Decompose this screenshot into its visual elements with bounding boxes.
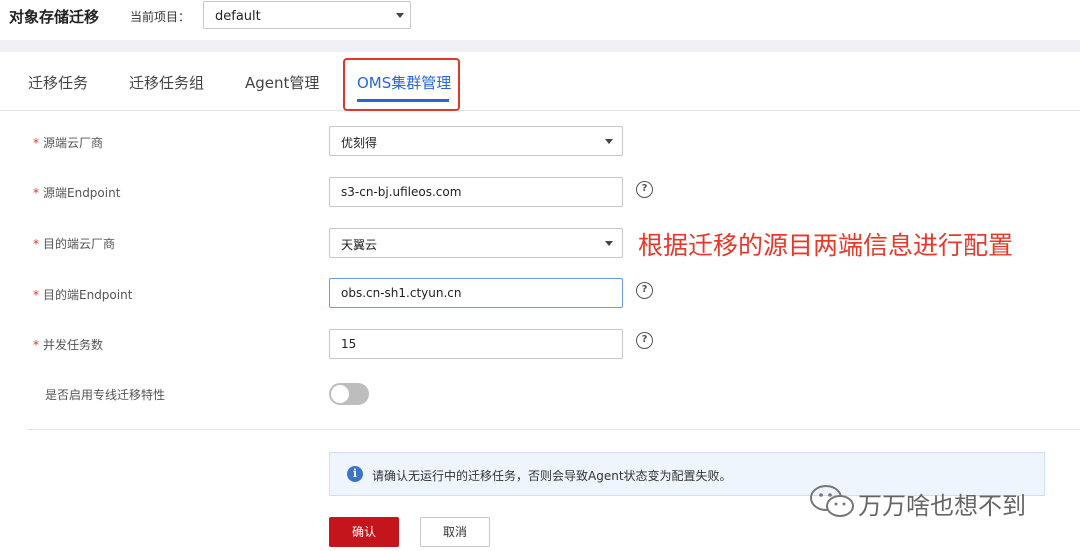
help-icon[interactable]: ? xyxy=(636,282,653,299)
required-mark: * xyxy=(33,186,39,200)
source-endpoint-input[interactable]: s3-cn-bj.ufileos.com xyxy=(329,177,623,207)
annotation-highlight-box xyxy=(343,58,460,111)
section-divider xyxy=(27,429,1080,430)
concurrency-label: * 并发任务数 xyxy=(33,336,103,353)
chevron-down-icon xyxy=(605,241,613,246)
required-mark: * xyxy=(33,338,39,352)
watermark-text: 万万啥也想不到 xyxy=(858,492,1026,520)
dedicated-line-toggle[interactable] xyxy=(329,383,369,405)
source-vendor-value: 优刻得 xyxy=(341,136,378,150)
watermark: 万万啥也想不到 xyxy=(808,478,1048,522)
required-mark: * xyxy=(33,136,39,150)
dest-vendor-value: 天翼云 xyxy=(341,238,378,252)
info-icon: i xyxy=(347,466,363,482)
source-endpoint-label-text: 源端Endpoint xyxy=(43,186,121,200)
help-icon[interactable]: ? xyxy=(636,332,653,349)
annotation-text: 根据迁移的源目两端信息进行配置 xyxy=(638,231,1014,260)
source-vendor-label: * 源端云厂商 xyxy=(33,134,103,151)
chevron-down-icon xyxy=(396,13,404,18)
tab-bar: 迁移任务 迁移任务组 Agent管理 OMS集群管理 xyxy=(0,52,1080,111)
dest-vendor-label: * 目的端云厂商 xyxy=(33,235,115,252)
source-endpoint-value: s3-cn-bj.ufileos.com xyxy=(341,185,462,199)
toggle-knob xyxy=(331,385,349,403)
source-endpoint-label: * 源端Endpoint xyxy=(33,184,120,201)
dest-endpoint-value: obs.cn-sh1.ctyun.cn xyxy=(341,286,462,300)
required-mark: * xyxy=(33,237,39,251)
help-icon[interactable]: ? xyxy=(636,181,653,198)
dedicated-line-label: 是否启用专线迁移特性 xyxy=(45,388,166,402)
concurrency-value: 15 xyxy=(341,337,357,351)
dest-vendor-label-text: 目的端云厂商 xyxy=(43,237,116,251)
project-label: 当前项目： xyxy=(130,10,191,24)
tab-migration-task-groups[interactable]: 迁移任务组 xyxy=(129,72,204,93)
page-title: 对象存储迁移 xyxy=(9,8,100,26)
chevron-down-icon xyxy=(605,139,613,144)
tab-migration-tasks[interactable]: 迁移任务 xyxy=(28,72,88,93)
source-vendor-select[interactable]: 优刻得 xyxy=(329,126,623,156)
top-bar: 对象存储迁移 当前项目： default xyxy=(0,0,1080,40)
dest-endpoint-label: * 目的端Endpoint xyxy=(33,286,132,303)
source-vendor-label-text: 源端云厂商 xyxy=(43,136,104,150)
project-select[interactable]: default xyxy=(203,1,411,29)
tab-agent-management[interactable]: Agent管理 xyxy=(245,72,319,93)
dest-vendor-select[interactable]: 天翼云 xyxy=(329,228,623,258)
concurrency-input[interactable]: 15 xyxy=(329,329,623,359)
required-mark: * xyxy=(33,288,39,302)
cancel-button[interactable]: 取消 xyxy=(420,517,490,547)
wechat-logo-icon xyxy=(810,485,854,517)
dest-endpoint-input[interactable]: obs.cn-sh1.ctyun.cn xyxy=(329,278,623,308)
project-select-value: default xyxy=(215,9,261,24)
concurrency-label-text: 并发任务数 xyxy=(43,338,104,352)
info-text: 请确认无运行中的迁移任务，否则会导致Agent状态变为配置失败。 xyxy=(372,469,732,483)
dest-endpoint-label-text: 目的端Endpoint xyxy=(43,288,133,302)
confirm-button[interactable]: 确认 xyxy=(329,517,399,547)
header-separator xyxy=(0,40,1080,52)
